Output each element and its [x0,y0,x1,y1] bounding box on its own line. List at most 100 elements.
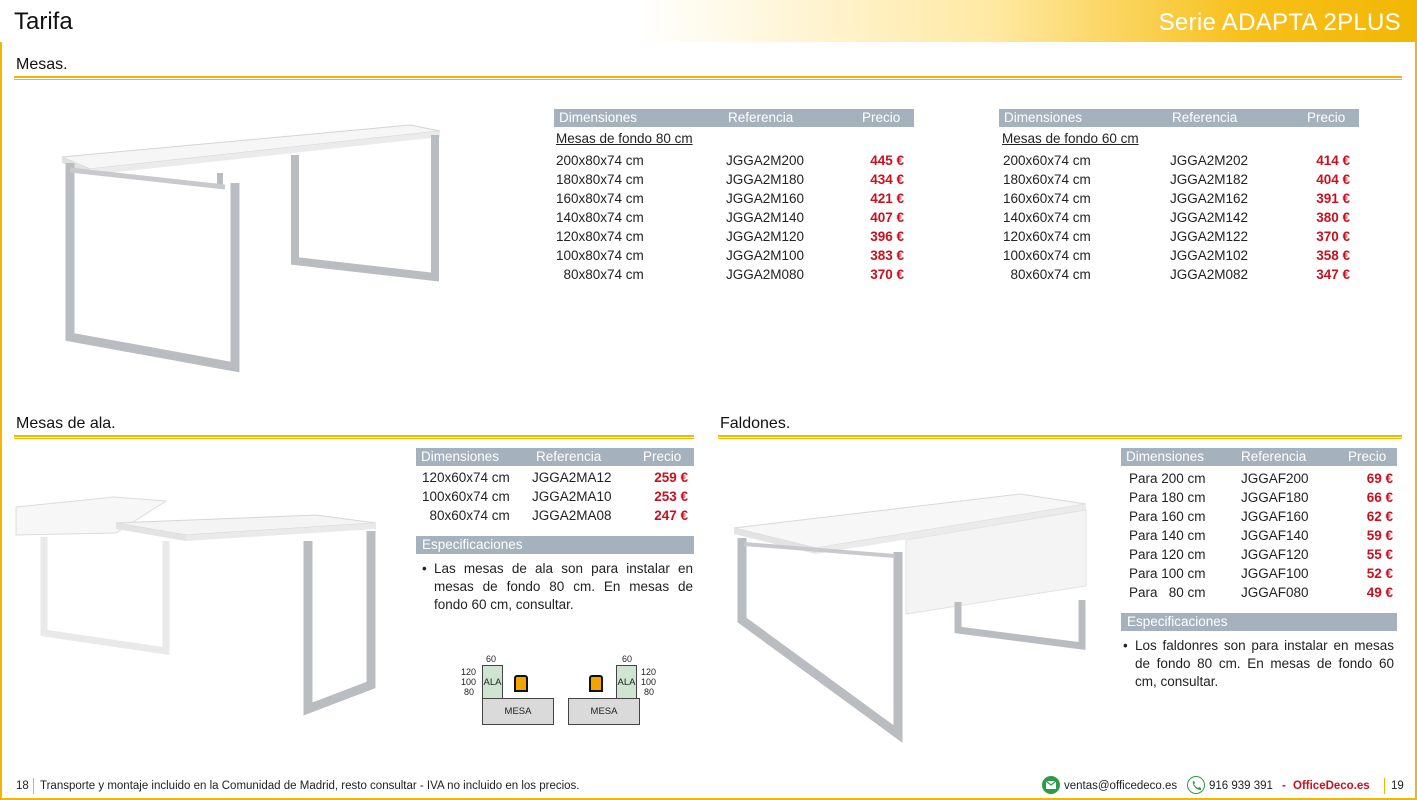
section-rule [14,435,694,439]
section-title-faldones: Faldones. [720,415,791,432]
desk-faldon-image [733,493,1087,743]
cell-dimensiones: Para 120 cm [1129,547,1206,562]
cell-precio: 66 € [1366,490,1393,505]
table-row: 100x60x74 cm JGGA2MA10 253 € [416,489,694,508]
table-header: Dimensiones Referencia Precio [1121,448,1397,466]
diagram-mesa: MESA [568,698,640,725]
cell-precio: 380 € [1316,210,1350,225]
diagram-size-label: 100 [461,677,477,687]
cell-precio: 445 € [870,153,904,168]
price-table-faldones: Dimensiones Referencia Precio Para 200 c… [1121,448,1397,600]
cell-dimensiones: Para 80 cm [1129,585,1206,600]
price-table-mesas-60: Dimensiones Referencia Precio Mesas de f… [999,109,1359,282]
section-rule [718,435,1402,439]
cell-dimensiones: 200x80x74 cm [556,153,644,168]
cell-dimensiones: 120x60x74 cm [1003,229,1091,244]
cell-referencia: JGGAF180 [1241,490,1309,505]
cell-dimensiones: 160x80x74 cm [556,191,644,206]
spec-text-content: Los faldonres son para instalar en mesas… [1135,638,1394,689]
cell-referencia: JGGA2M122 [1170,229,1249,244]
cell-precio: 370 € [1316,229,1350,244]
cell-referencia: JGGA2M162 [1170,191,1249,206]
header-precio: Precio [1348,449,1387,464]
table-row: 120x60x74 cm JGGA2MA12 259 € [416,470,694,489]
cell-precio: 370 € [870,267,904,282]
cell-referencia: JGGAF100 [1241,566,1309,581]
table-row: Para 200 cm JGGAF200 69 € [1121,471,1397,490]
header-dimensiones: Dimensiones [1004,110,1083,125]
cell-referencia: JGGAF200 [1241,471,1309,486]
cell-dimensiones: Para 140 cm [1129,528,1206,543]
cell-dimensiones: Para 160 cm [1129,509,1206,524]
table-header: Dimensiones Referencia Precio [999,109,1359,127]
cell-precio: 52 € [1366,566,1393,581]
cell-referencia: JGGA2MA12 [532,470,612,485]
diagram-mesa: MESA [482,698,554,725]
footer-brand[interactable]: OfficeDeco.es [1293,780,1370,792]
header-referencia: Referencia [536,449,602,464]
diagram-ala: ALA [616,665,637,699]
table-row: 180x60x74 cm JGGA2M182 404 € [999,172,1359,191]
cell-referencia: JGGA2M082 [1170,267,1249,282]
cell-precio: 69 € [1366,471,1393,486]
cell-dimensiones: 200x60x74 cm [1003,153,1091,168]
cell-precio: 259 € [654,470,688,485]
cell-referencia: JGGA2M140 [726,210,805,225]
footer-dash: - [1282,780,1286,792]
table-row: 180x80x74 cm JGGA2M180 434 € [554,172,914,191]
cell-precio: 383 € [870,248,904,263]
cell-referencia: JGGA2M182 [1170,172,1249,187]
cell-referencia: JGGA2MA10 [532,489,612,504]
cell-precio: 247 € [654,508,688,523]
cell-referencia: JGGA2M080 [726,267,805,282]
table-subtitle: Mesas de fondo 80 cm [556,131,693,146]
cell-precio: 407 € [870,210,904,225]
footer: 18 Transporte y montaje incluido en la C… [0,774,1417,798]
divider [33,778,34,794]
cell-precio: 62 € [1366,509,1393,524]
desk-image [61,124,441,373]
cell-referencia: JGGA2M120 [726,229,805,244]
table-row: 140x60x74 cm JGGA2M142 380 € [999,210,1359,229]
cell-dimensiones: 140x60x74 cm [1003,210,1091,225]
cell-precio: 404 € [1316,172,1350,187]
phone-icon [1187,776,1205,794]
cell-referencia: JGGA2M180 [726,172,805,187]
section-rule [14,76,1402,80]
header-precio: Precio [862,110,901,125]
table-row: 80x60x74 cm JGGA2M082 347 € [999,267,1359,286]
cell-referencia: JGGAF160 [1241,509,1309,524]
cell-dimensiones: 140x80x74 cm [556,210,644,225]
section-title-mesas-ala: Mesas de ala. [16,415,116,432]
cell-dimensiones: Para 100 cm [1129,566,1206,581]
cell-dimensiones: 180x80x74 cm [556,172,644,187]
cell-precio: 253 € [654,489,688,504]
cell-referencia: JGGA2M102 [1170,248,1249,263]
divider [1384,778,1385,794]
cell-precio: 391 € [1316,191,1350,206]
price-table-ala: Dimensiones Referencia Precio 120x60x74 … [416,448,694,523]
cell-precio: 49 € [1366,585,1393,600]
table-row: 100x80x74 cm JGGA2M100 383 € [554,248,914,267]
header-dimensiones: Dimensiones [421,449,500,464]
table-row: Para 100 cm JGGAF100 52 € [1121,566,1397,585]
cell-precio: 358 € [1316,248,1350,263]
footer-email[interactable]: ventas@officedeco.es [1064,780,1177,792]
table-row: 120x60x74 cm JGGA2M122 370 € [999,229,1359,248]
cell-referencia: JGGA2M202 [1170,153,1249,168]
table-row: 200x60x74 cm JGGA2M202 414 € [999,153,1359,172]
diagram-size-label: 120 [641,667,657,677]
cell-precio: 396 € [870,229,904,244]
diagram-size-label: 120 [461,667,477,677]
diagram-size-label: 100 [641,677,657,687]
cell-precio: 347 € [1316,267,1350,282]
mail-icon [1042,776,1060,794]
table-row: 100x60x74 cm JGGA2M102 358 € [999,248,1359,267]
footer-phone[interactable]: 916 939 391 [1209,780,1273,792]
cell-dimensiones: 100x60x74 cm [422,489,510,504]
cell-dimensiones: 80x60x74 cm [422,508,510,523]
spec-text-content: Las mesas de ala son para instalar en me… [434,561,693,612]
ala-diagram: 60 120 100 80 ALA MESA 60 ALA 120 100 80… [458,654,678,729]
page-number-left: 18 [16,780,29,792]
cell-referencia: JGGAF120 [1241,547,1309,562]
